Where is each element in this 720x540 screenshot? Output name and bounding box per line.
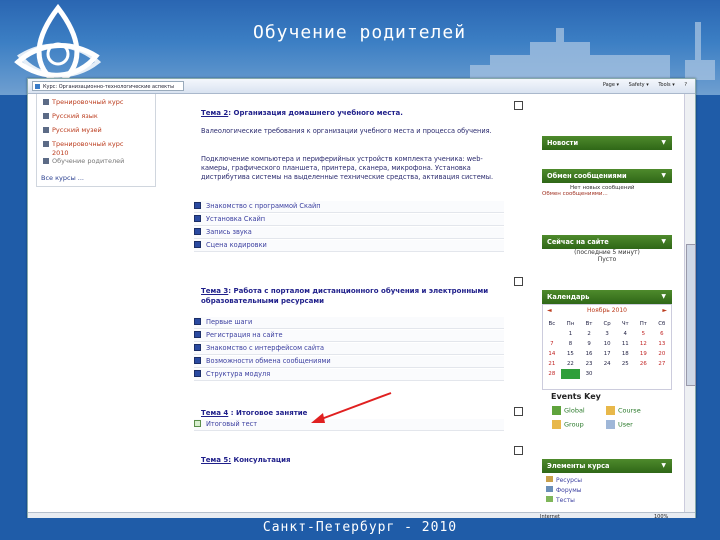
global-event-icon: [552, 406, 561, 415]
safety-menu[interactable]: Safety ▾: [629, 82, 649, 88]
calendar-grid: Вс Пн Вт Ср Чт Пт Сб 1 2 3 4 5 6 7 8 9 1…: [543, 319, 671, 379]
calendar-block: Календарь ▼ ◄ Ноябрь 2010 ► Вс Пн Вт Ср Ч…: [542, 290, 672, 434]
folder-icon: [546, 476, 553, 482]
news-block-header[interactable]: Новости ▼: [542, 136, 672, 150]
calendar-day: 27: [658, 361, 666, 367]
calendar-day: 16: [585, 351, 593, 357]
weekday-label: Пн: [566, 321, 575, 327]
browser-tab[interactable]: Курс: Организационно-технологические асп…: [32, 81, 184, 91]
calendar-month-title[interactable]: Ноябрь 2010: [543, 307, 671, 314]
banner-title: Обучение родителей: [253, 22, 467, 43]
scrollbar-thumb[interactable]: [686, 244, 696, 386]
forums-link[interactable]: Форумы: [546, 486, 581, 494]
events-key-title: Events Key: [551, 392, 601, 401]
calendar-day: 12: [639, 341, 647, 347]
page-menu[interactable]: Page ▾: [603, 82, 619, 88]
calendar-day: 6: [660, 331, 664, 337]
calendar-day: 1: [568, 331, 573, 337]
calendar-day: 24: [603, 361, 611, 367]
calendar-day: 10: [603, 341, 611, 347]
quiz-icon: [546, 496, 553, 502]
favicon-icon: [35, 84, 40, 89]
collapse-icon[interactable]: ▼: [661, 290, 666, 304]
calendar-day: 26: [639, 361, 647, 367]
help-menu[interactable]: ?: [684, 82, 687, 88]
calendar-day: [543, 329, 561, 339]
user-event-icon: [606, 420, 615, 429]
tools-menu[interactable]: Tools ▾: [658, 82, 674, 88]
footer-text: Санкт-Петербург - 2010: [262, 520, 458, 535]
messages-link[interactable]: Обмен сообщениями...: [542, 191, 608, 197]
online-users-block: Сейчас на сайте ▼ (последние 5 минут) Пус…: [542, 235, 672, 269]
calendar-day-today[interactable]: 29: [560, 369, 581, 379]
weekday-label: Сб: [658, 321, 666, 327]
legend-course[interactable]: Course: [606, 406, 641, 415]
calendar-day: 15: [567, 351, 574, 357]
calendar-day: 2: [587, 331, 591, 337]
calendar-day: 19: [639, 351, 647, 357]
legend-global[interactable]: Global: [552, 406, 585, 415]
calendar-day: 11: [621, 341, 629, 347]
browser-window: Курс: Организационно-технологические асп…: [27, 78, 696, 522]
calendar-day: 25: [621, 361, 629, 367]
vertical-scrollbar[interactable]: [684, 94, 696, 512]
browser-command-bar: Page ▾ Safety ▾ Tools ▾ ?: [595, 82, 687, 88]
online-period-text: (последние 5 минут): [574, 249, 640, 256]
calendar-day: 4: [623, 331, 627, 337]
calendar-day: 13: [658, 341, 666, 347]
weekday-label: Вт: [585, 321, 593, 327]
calendar-day: 9: [587, 341, 591, 347]
course-event-icon: [606, 406, 615, 415]
collapse-icon[interactable]: ▼: [661, 235, 666, 249]
calendar-day: 22: [567, 361, 574, 367]
browser-tab-title: Курс: Организационно-технологические асп…: [43, 84, 175, 90]
calendar-day: [653, 369, 671, 379]
calendar-day: 28: [548, 371, 556, 377]
course-elements-block-header[interactable]: Элементы курса ▼: [542, 459, 672, 473]
news-block: Новости ▼: [542, 136, 672, 150]
online-empty-text: Пусто: [597, 256, 617, 263]
moodle-page: Тренировочный курс Русский язык Русский …: [28, 94, 684, 512]
legend-user[interactable]: User: [606, 420, 633, 429]
resources-link[interactable]: Ресурсы: [546, 476, 582, 484]
calendar-day: 7: [550, 341, 554, 347]
weekday-label: Чт: [621, 321, 629, 327]
events-key: Events Key Global Course Group User: [542, 390, 672, 434]
calendar-day: 5: [641, 331, 646, 337]
calendar-day: 14: [548, 351, 556, 357]
calendar-day: 17: [603, 351, 611, 357]
calendar-day: 30: [585, 371, 593, 377]
calendar-day: 18: [621, 351, 629, 357]
forum-icon: [546, 486, 553, 492]
messages-block-header[interactable]: Обмен сообщениями ▼: [542, 169, 672, 183]
presentation-footer: Санкт-Петербург - 2010: [0, 518, 720, 540]
calendar-day: 20: [658, 351, 666, 357]
weekday-label: Ср: [603, 321, 611, 327]
calendar-day: [634, 369, 653, 379]
calendar-day: 3: [605, 331, 609, 337]
collapse-icon[interactable]: ▼: [661, 136, 666, 150]
quizzes-link[interactable]: Тесты: [546, 496, 575, 504]
group-event-icon: [552, 420, 561, 429]
calendar-day: 23: [585, 361, 593, 367]
messages-block: Обмен сообщениями ▼ Нет новых сообщений О…: [542, 169, 672, 199]
city-silhouette-image: [470, 22, 715, 80]
course-elements-block: Элементы курса ▼ Ресурсы Форумы Тесты: [542, 459, 672, 509]
calendar-day: 21: [548, 361, 556, 367]
calendar-day: [616, 369, 634, 379]
weekday-label: Вс: [548, 321, 556, 327]
legend-group[interactable]: Group: [552, 420, 584, 429]
collapse-icon[interactable]: ▼: [661, 169, 666, 183]
online-users-block-header[interactable]: Сейчас на сайте ▼: [542, 235, 672, 249]
collapse-icon[interactable]: ▼: [661, 459, 666, 473]
weekday-label: Пт: [639, 321, 647, 327]
calendar-block-header[interactable]: Календарь ▼: [542, 290, 672, 304]
calendar-next-month[interactable]: ►: [662, 307, 667, 314]
calendar-day: [598, 369, 617, 379]
calendar-day: 8: [568, 341, 573, 347]
browser-toolbar: Курс: Организационно-технологические асп…: [28, 79, 695, 94]
